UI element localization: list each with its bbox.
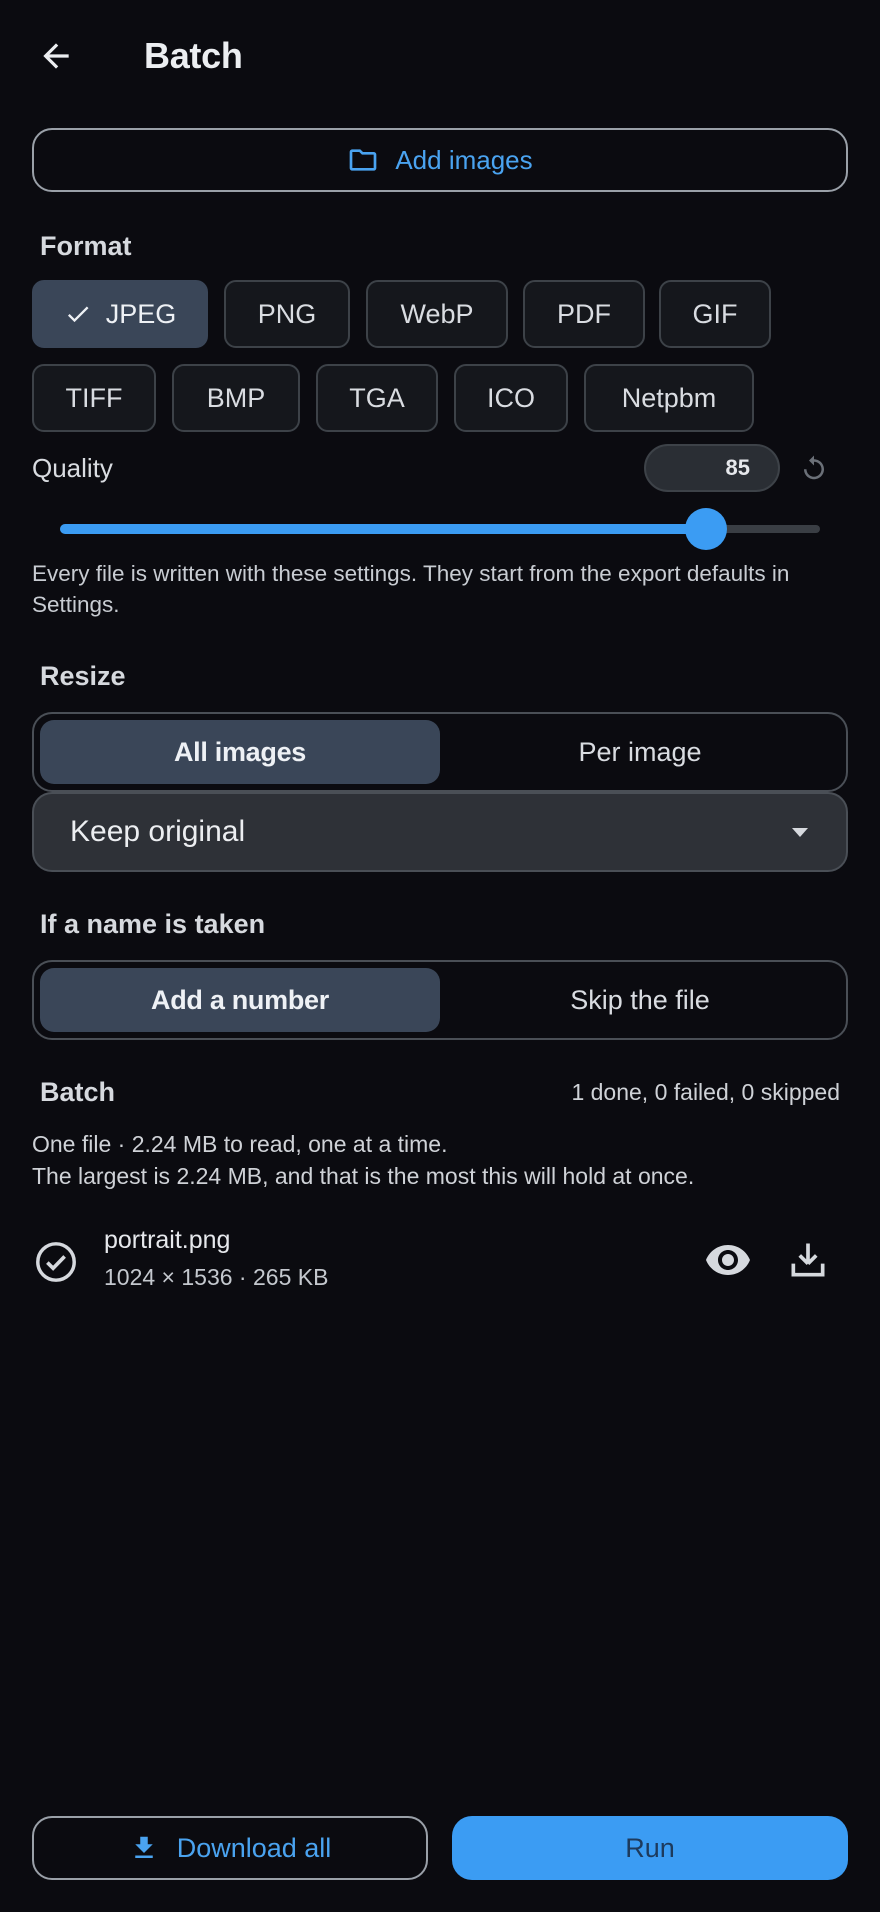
format-chip-png[interactable]: PNG: [224, 280, 350, 348]
batch-info-line: One file · 2.24 MB to read, one at a tim…: [32, 1131, 448, 1157]
download-all-label: Download all: [176, 1832, 332, 1863]
format-chip-tga[interactable]: TGA: [316, 364, 438, 432]
back-button[interactable]: [28, 24, 84, 88]
batch-info: One file · 2.24 MB to read, one at a tim…: [32, 1128, 852, 1192]
add-images-button[interactable]: Add images: [32, 128, 848, 192]
folder-icon: [350, 149, 377, 171]
resize-label: Resize: [40, 660, 126, 691]
resize-dropdown[interactable]: Keep original: [32, 792, 848, 872]
quality-slider-fill: [60, 524, 706, 534]
name-conflict-toggle: Add a number Skip the file: [32, 960, 848, 1040]
arrow-left-icon: [43, 43, 69, 69]
check-icon: [67, 306, 89, 323]
download-file-button[interactable]: [782, 1234, 834, 1286]
add-images-label: Add images: [395, 144, 533, 175]
format-chip-tiff[interactable]: TIFF: [32, 364, 156, 432]
format-label: Format: [40, 230, 132, 261]
format-chip-label: BMP: [206, 382, 266, 413]
check-circle-icon: [36, 1242, 76, 1282]
reset-icon: [804, 455, 824, 480]
format-chip-bmp[interactable]: BMP: [172, 364, 300, 432]
format-chip-label: Netpbm: [621, 382, 717, 413]
format-chip-label: GIF: [692, 298, 738, 329]
format-chip-label: TGA: [349, 382, 405, 413]
format-chip-label: TIFF: [65, 382, 123, 413]
eye-icon: [706, 1245, 750, 1275]
format-chip-label: ICO: [486, 382, 535, 413]
name-conflict-label: If a name is taken: [40, 908, 266, 939]
settings-help-text: Every file is written with these setting…: [32, 561, 790, 617]
resize-mode-per-image[interactable]: Per image: [440, 720, 840, 784]
batch-info-line: The largest is 2.24 MB, and that is the …: [32, 1163, 695, 1189]
file-name: portrait.png: [104, 1226, 231, 1254]
format-chip-pdf[interactable]: PDF: [523, 280, 645, 348]
done-check-icon: [32, 1238, 80, 1286]
format-chip-webp[interactable]: WebP: [366, 280, 508, 348]
page-title: Batch: [144, 35, 243, 76]
format-chip-jpeg[interactable]: JPEG: [32, 280, 208, 348]
format-chip-gif[interactable]: GIF: [659, 280, 771, 348]
format-chip-label: PNG: [257, 298, 317, 329]
quality-value-field[interactable]: 85: [644, 444, 780, 492]
format-chip-label: JPEG: [105, 298, 177, 329]
format-chip-netpbm[interactable]: Netpbm: [584, 364, 754, 432]
quality-slider-thumb[interactable]: [685, 508, 727, 550]
file-meta: 1024 × 1536 · 265 KB: [104, 1264, 329, 1290]
resize-dropdown-value: Keep original: [70, 815, 246, 848]
batch-status: 1 done, 0 failed, 0 skipped: [571, 1078, 840, 1105]
batch-label: Batch: [40, 1076, 116, 1107]
preview-button[interactable]: [702, 1234, 754, 1286]
format-chip-label: PDF: [557, 298, 611, 329]
format-chip-label: WebP: [400, 298, 474, 329]
conflict-mode-add-number[interactable]: Add a number: [40, 968, 440, 1032]
reset-quality-button[interactable]: [796, 450, 832, 486]
resize-mode-all-images[interactable]: All images: [40, 720, 440, 784]
format-chip-ico[interactable]: ICO: [454, 364, 568, 432]
resize-mode-toggle: All images Per image: [32, 712, 848, 792]
caret-down-icon: [792, 828, 808, 837]
conflict-mode-skip-file[interactable]: Skip the file: [440, 968, 840, 1032]
download-icon: [791, 1243, 825, 1277]
run-button[interactable]: Run: [452, 1816, 848, 1880]
download-all-button[interactable]: Download all: [32, 1816, 428, 1880]
download-icon: [134, 1836, 153, 1858]
quality-label: Quality: [32, 452, 113, 483]
